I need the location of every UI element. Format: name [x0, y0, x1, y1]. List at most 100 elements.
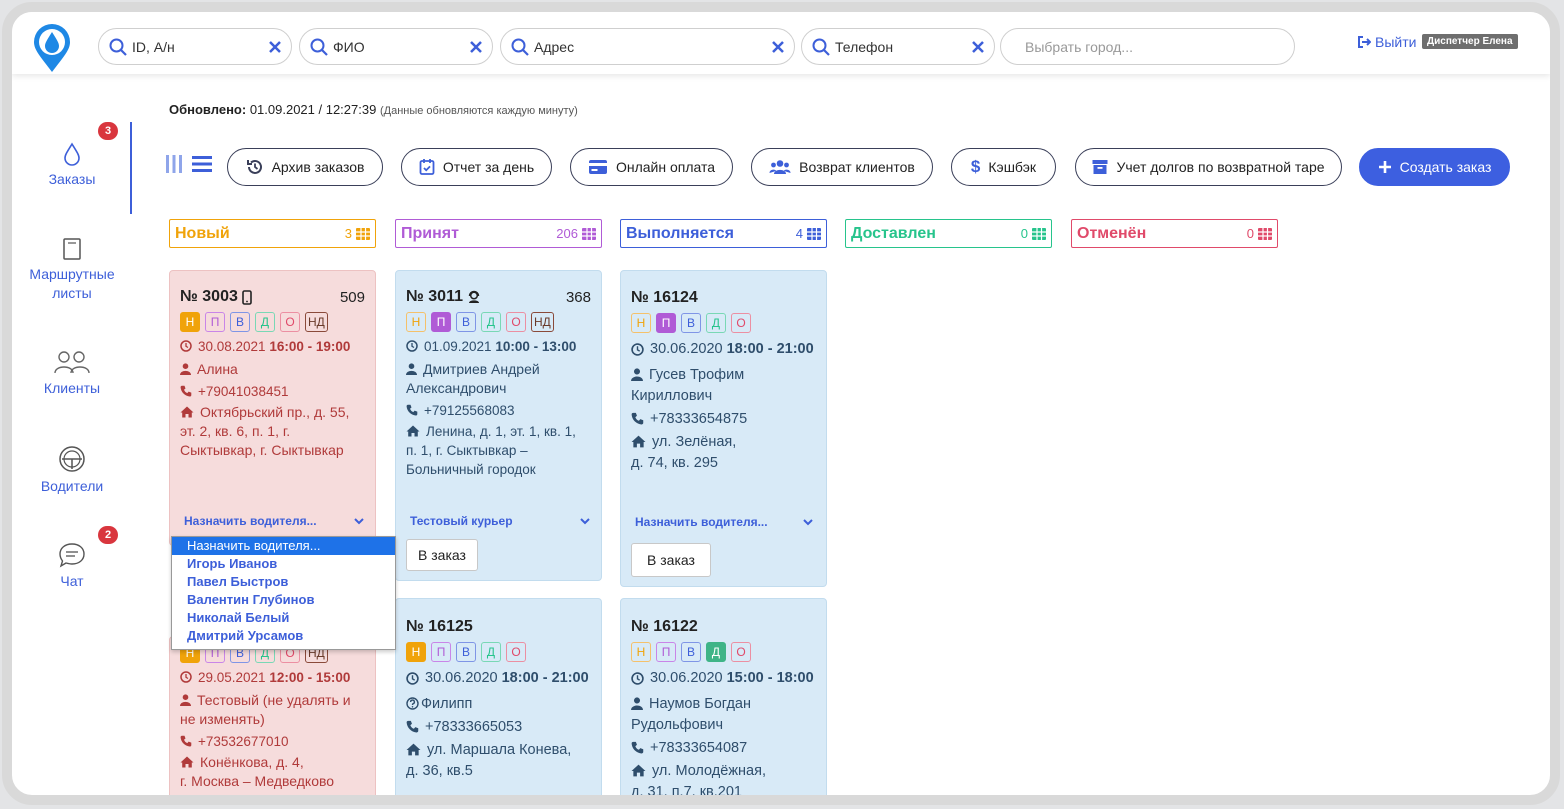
- columns-view-icon[interactable]: [165, 154, 183, 174]
- column-accepted-header[interactable]: Принят 206: [395, 219, 602, 248]
- order-client-cont: не изменять): [180, 710, 365, 729]
- column-cancelled-header[interactable]: Отменён 0: [1071, 219, 1278, 248]
- cashback-label: Кэшбэк: [988, 159, 1037, 175]
- chip-delivered[interactable]: Д: [255, 312, 275, 332]
- dropdown-option-driver[interactable]: Николай Белый: [172, 609, 395, 627]
- order-card-16125[interactable]: № 16125 Н П В Д О 30.06.2020 18:00 - 21:…: [395, 598, 602, 795]
- order-card-3011[interactable]: № 3011 368 Н П В Д О НД 01.09.2021 10:00…: [395, 270, 602, 581]
- sidebar-item-drivers[interactable]: Водители: [12, 445, 132, 496]
- chip-cancelled[interactable]: О: [731, 313, 751, 333]
- chip-new[interactable]: Н: [631, 313, 651, 333]
- client-name: Тестовый (не удалять и: [197, 692, 351, 708]
- question-circle-icon: [406, 697, 419, 710]
- order-status-chips: Н П В Д О: [631, 642, 816, 662]
- clear-icon[interactable]: [972, 41, 984, 53]
- chip-cancelled[interactable]: О: [280, 312, 300, 332]
- order-date: 01.09.2021: [424, 339, 492, 354]
- search-fio-field[interactable]: ФИО: [299, 28, 493, 65]
- chip-in-progress[interactable]: В: [456, 312, 476, 332]
- client-phone: +73532677010: [198, 734, 289, 749]
- chip-accepted[interactable]: П: [656, 642, 676, 662]
- column-delivered-header[interactable]: Доставлен 0: [845, 219, 1052, 248]
- order-number: № 16124: [631, 289, 816, 307]
- assign-driver-select[interactable]: Назначить водителя...: [635, 515, 813, 529]
- chip-accepted[interactable]: П: [431, 312, 451, 332]
- order-card-16122[interactable]: № 16122 Н П В Д О 30.06.2020 15:00 - 18:…: [620, 598, 827, 795]
- sidebar-item-chat[interactable]: Чат: [12, 542, 132, 591]
- order-address-cont: Больничный городок: [406, 460, 591, 479]
- address-line: Больничный городок: [406, 462, 536, 477]
- clear-icon[interactable]: [269, 41, 281, 53]
- order-number: № 16122: [631, 618, 816, 636]
- to-order-button[interactable]: В заказ: [631, 543, 711, 577]
- archive-button[interactable]: Архив заказов: [227, 148, 383, 186]
- chip-delivered[interactable]: Д: [481, 642, 501, 662]
- updated-value: 01.09.2021 / 12:27:39: [249, 102, 377, 117]
- order-address-cont: эт. 2, кв. 6, п. 1, г.: [180, 422, 365, 441]
- online-pay-button[interactable]: Онлайн оплата: [570, 148, 733, 186]
- order-client-cont: Александрович: [406, 379, 591, 398]
- plus-icon: [1378, 161, 1391, 173]
- search-phone-field[interactable]: Телефон: [801, 28, 995, 65]
- logout-link[interactable]: Выйти: [1358, 34, 1416, 50]
- chip-in-progress[interactable]: В: [681, 313, 701, 333]
- chip-accepted[interactable]: П: [431, 642, 451, 662]
- assign-driver-label: Назначить водителя...: [184, 514, 317, 528]
- chip-new[interactable]: Н: [631, 642, 651, 662]
- dropdown-option-driver[interactable]: Дмитрий Урсамов: [172, 627, 395, 645]
- create-order-button[interactable]: Создать заказ: [1359, 148, 1510, 186]
- order-phone: +73532677010: [180, 732, 365, 751]
- clear-icon[interactable]: [470, 41, 482, 53]
- sidebar-item-route-sheets[interactable]: Маршрутные листы: [12, 237, 132, 303]
- address-line: Конёнкова, д. 4,: [200, 754, 304, 770]
- chip-nd[interactable]: НД: [531, 312, 554, 332]
- chip-in-progress[interactable]: В: [456, 642, 476, 662]
- order-card-16124[interactable]: № 16124 Н П В Д О 30.06.2020 18:00 - 21:…: [620, 270, 827, 587]
- chip-accepted[interactable]: П: [656, 313, 676, 333]
- chip-accepted[interactable]: П: [205, 312, 225, 332]
- chip-cancelled[interactable]: О: [506, 642, 526, 662]
- order-address: Конёнкова, д. 4,: [180, 753, 365, 772]
- order-card-3003[interactable]: № 3003 509 Н П В Д О НД 30.08.2021 16:00…: [169, 270, 376, 546]
- debts-button[interactable]: Учет долгов по возвратной таре: [1075, 148, 1342, 186]
- column-new-header[interactable]: Новый 3: [169, 219, 376, 248]
- assign-driver-select[interactable]: Назначить водителя...: [184, 514, 364, 528]
- dropdown-option-placeholder[interactable]: Назначить водителя...: [172, 537, 395, 555]
- day-report-button[interactable]: Отчет за день: [401, 148, 552, 186]
- order-date: 30.06.2020: [650, 341, 723, 357]
- order-card-test[interactable]: Н П В Д О НД 29.05.2021 12:00 - 15:00 Те…: [169, 636, 376, 795]
- order-date: 30.06.2020: [650, 670, 723, 686]
- cashback-button[interactable]: $ Кэшбэк: [951, 148, 1056, 186]
- chip-nd[interactable]: НД: [305, 312, 328, 332]
- sidebar-item-orders[interactable]: Заказы: [12, 142, 132, 189]
- order-datetime: 01.09.2021 10:00 - 13:00: [406, 337, 591, 356]
- search-address-field[interactable]: Адрес: [500, 28, 795, 65]
- chip-delivered[interactable]: Д: [706, 313, 726, 333]
- clear-icon[interactable]: [772, 41, 784, 53]
- chip-delivered[interactable]: Д: [481, 312, 501, 332]
- list-view-icon[interactable]: [191, 154, 213, 174]
- chip-delivered[interactable]: Д: [706, 642, 726, 662]
- chip-in-progress[interactable]: В: [230, 312, 250, 332]
- courier-select[interactable]: Тестовый курьер: [410, 514, 590, 528]
- chip-new[interactable]: Н: [406, 642, 426, 662]
- to-order-button[interactable]: В заказ: [406, 539, 478, 571]
- column-in-progress-header[interactable]: Выполняется 4: [620, 219, 827, 248]
- dropdown-option-driver[interactable]: Валентин Глубинов: [172, 591, 395, 609]
- chevron-down-icon: [354, 517, 364, 524]
- search-id-field[interactable]: ID, А/н: [98, 28, 292, 65]
- return-clients-button[interactable]: Возврат клиентов: [751, 148, 933, 186]
- chip-new[interactable]: Н: [406, 312, 426, 332]
- chip-cancelled[interactable]: О: [731, 642, 751, 662]
- sidebar-item-clients[interactable]: Клиенты: [12, 349, 132, 398]
- city-select[interactable]: Выбрать город...: [1000, 28, 1295, 65]
- order-address-cont: д. 36, кв.5: [406, 761, 591, 782]
- dropdown-option-driver[interactable]: Игорь Иванов: [172, 555, 395, 573]
- chip-cancelled[interactable]: О: [506, 312, 526, 332]
- chip-in-progress[interactable]: В: [681, 642, 701, 662]
- order-address: ул. Молодёжная,: [631, 761, 816, 782]
- dropdown-option-driver[interactable]: Павел Быстров: [172, 573, 395, 591]
- order-number-text: № 3011: [406, 288, 463, 305]
- chip-new[interactable]: Н: [180, 312, 200, 332]
- water-drop-logo-icon[interactable]: [32, 22, 72, 74]
